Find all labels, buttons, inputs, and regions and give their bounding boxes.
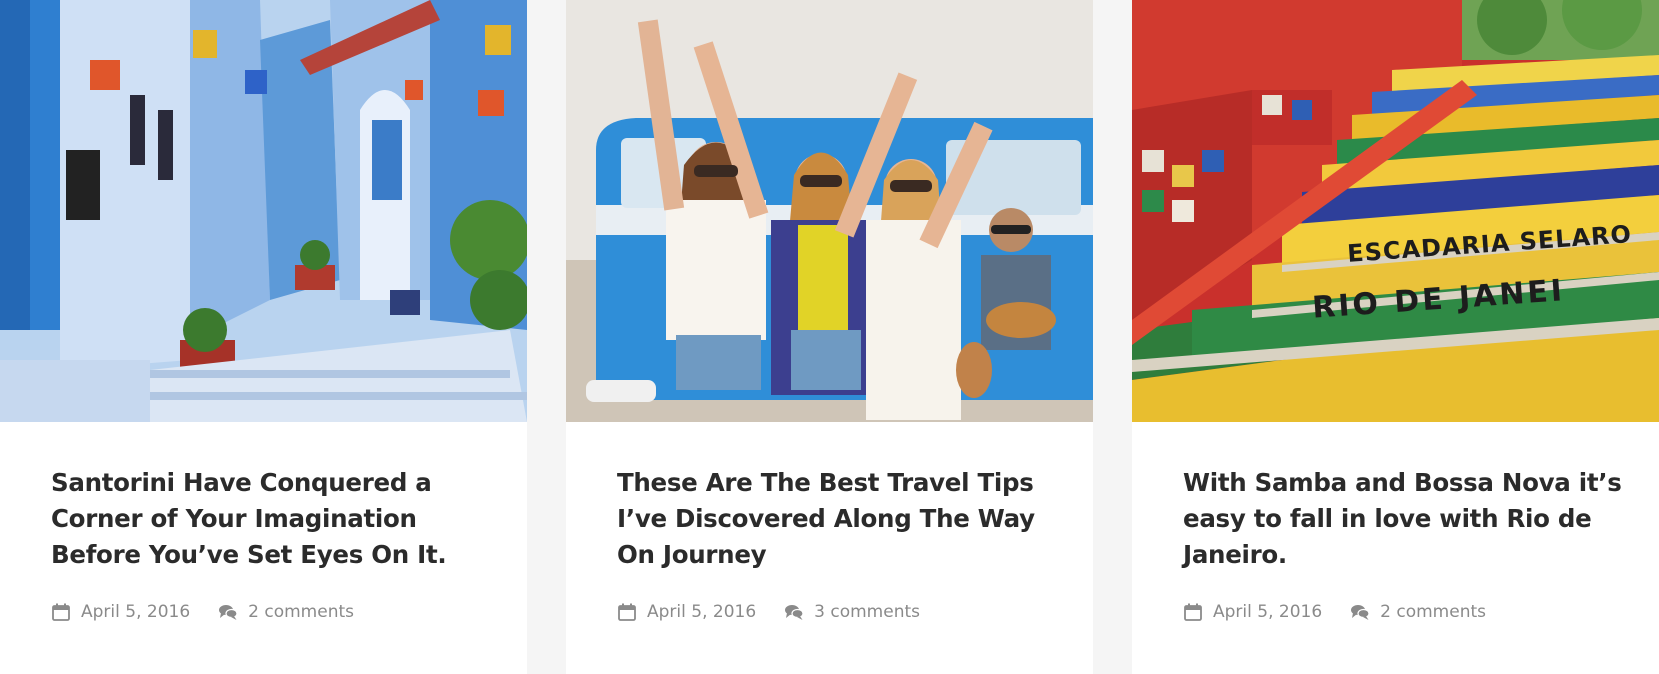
post-comments-label: 3 comments [814, 602, 920, 622]
post-meta: April 5, 2016 2 comments [51, 600, 354, 624]
post-comments-label: 2 comments [1380, 602, 1486, 622]
post-date[interactable]: April 5, 2016 [617, 602, 756, 622]
post-date[interactable]: April 5, 2016 [51, 602, 190, 622]
comments-icon [1350, 602, 1370, 622]
post-thumbnail[interactable]: ESCADARIA SELARO RIO DE JANEI [1132, 0, 1659, 422]
post-card: These Are The Best Travel Tips I’ve Disc… [566, 0, 1093, 674]
calendar-icon [617, 602, 637, 622]
post-card: Santorini Have Conquered a Corner of You… [0, 0, 527, 674]
post-date-label: April 5, 2016 [647, 602, 757, 622]
post-meta: April 5, 2016 2 comments [1183, 600, 1486, 624]
post-meta: April 5, 2016 3 comments [617, 600, 920, 624]
post-thumbnail[interactable] [0, 0, 527, 422]
blue-alley-image [0, 0, 527, 422]
travel-friends-image [566, 0, 1093, 422]
post-thumbnail[interactable] [566, 0, 1093, 422]
post-comments-link[interactable]: 2 comments [218, 602, 354, 622]
comments-icon [218, 602, 238, 622]
post-date-label: April 5, 2016 [1213, 602, 1323, 622]
tiled-stairs-image [1132, 0, 1659, 422]
comments-icon [784, 602, 804, 622]
blog-post-grid: Santorini Have Conquered a Corner of You… [0, 0, 1659, 674]
post-comments-label: 2 comments [248, 602, 354, 622]
post-title[interactable]: With Samba and Bossa Nova it’s easy to f… [1183, 465, 1633, 573]
post-comments-link[interactable]: 3 comments [784, 602, 920, 622]
post-date[interactable]: April 5, 2016 [1183, 602, 1322, 622]
post-card: ESCADARIA SELARO RIO DE JANEI With Samba… [1132, 0, 1659, 674]
post-title[interactable]: Santorini Have Conquered a Corner of You… [51, 465, 501, 573]
calendar-icon [1183, 602, 1203, 622]
post-title[interactable]: These Are The Best Travel Tips I’ve Disc… [617, 465, 1067, 573]
calendar-icon [51, 602, 71, 622]
post-comments-link[interactable]: 2 comments [1350, 602, 1486, 622]
post-date-label: April 5, 2016 [81, 602, 191, 622]
